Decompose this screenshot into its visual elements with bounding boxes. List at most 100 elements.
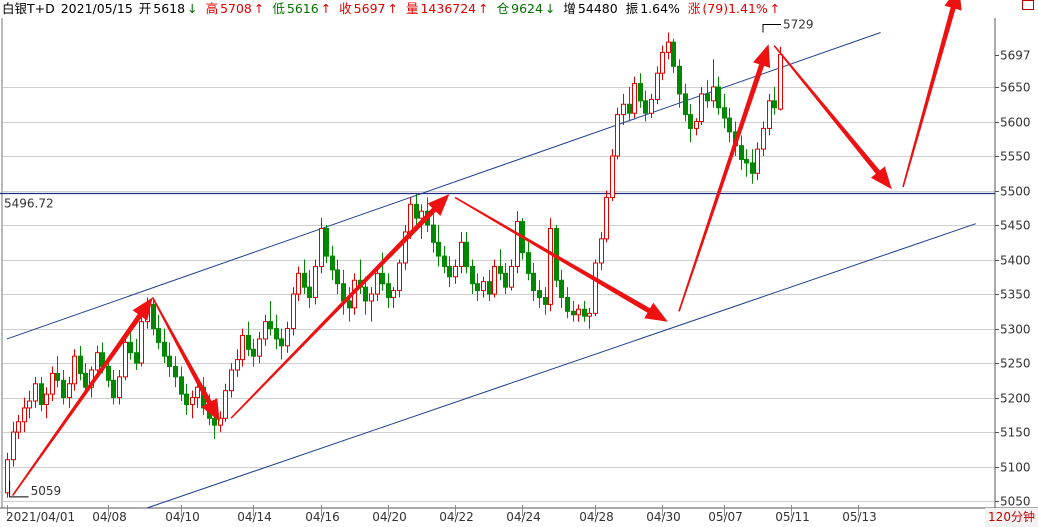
candle-body: [677, 65, 682, 95]
candlestick-chart[interactable]: 5496.72 5729 5059 5050 5100 5150 5200 5250 530…: [0, 0, 1038, 527]
candle-body: [660, 52, 665, 74]
candle-body: [391, 290, 396, 299]
y-tick-label: 5400: [1000, 254, 1031, 268]
y-tick-label: 5500: [1000, 185, 1031, 199]
candle-body: [537, 290, 542, 299]
candle-body: [621, 103, 626, 116]
x-tick-label: 05/07: [708, 510, 743, 524]
candle-body: [699, 93, 704, 123]
candle-body: [95, 352, 100, 371]
candle-body: [251, 348, 256, 357]
candle-body: [229, 369, 234, 392]
wave-arrow: [678, 44, 771, 312]
candle-body: [531, 272, 536, 292]
candle-body: [487, 281, 492, 295]
candle-body: [386, 283, 391, 299]
timeframe-selector[interactable]: 120分钟: [985, 508, 1038, 527]
x-tick-label: 04/22: [439, 510, 474, 524]
candle-body: [375, 272, 380, 295]
candle-body: [442, 255, 447, 267]
candle-body: [134, 352, 139, 364]
candle-body: [324, 227, 329, 257]
candle-body: [223, 390, 228, 419]
candle-body: [464, 241, 469, 267]
candle-body: [610, 155, 615, 198]
candle-body: [447, 265, 452, 278]
candle-body: [582, 308, 587, 317]
candle-body: [643, 100, 648, 114]
candle-body: [296, 272, 301, 295]
candle-body: [627, 103, 632, 114]
candle-body: [694, 121, 699, 129]
candle-body: [369, 293, 374, 302]
candle-body: [671, 41, 676, 67]
candle-body: [397, 262, 402, 292]
candle-body: [727, 117, 732, 133]
candle-body: [380, 272, 385, 285]
candle-body: [139, 321, 144, 364]
candle-body: [335, 269, 340, 285]
candle-body: [117, 376, 122, 399]
x-tick-label: 04/30: [646, 510, 681, 524]
peak-label: 5729: [783, 17, 814, 31]
x-tick-label: 04/16: [305, 510, 340, 524]
channel-lower-line: [146, 223, 976, 509]
candle-body: [772, 100, 777, 109]
candle-body: [50, 372, 55, 395]
candle-body: [565, 297, 570, 312]
y-tick-label: 5250: [1000, 357, 1031, 371]
candle-body: [459, 241, 464, 267]
candle-body: [156, 328, 161, 343]
y-tick-label: 5150: [1000, 426, 1031, 440]
candle-body: [268, 321, 273, 330]
candle-body: [436, 241, 441, 257]
candle-body: [722, 107, 727, 119]
candle-body: [526, 252, 531, 274]
candle-body: [55, 372, 60, 381]
candle-body: [319, 227, 324, 267]
candle-body: [33, 383, 38, 402]
x-tick-label: 04/08: [92, 510, 127, 524]
candle-body: [83, 372, 88, 388]
candle-body: [123, 341, 128, 378]
candle-body: [27, 400, 32, 409]
candle-body: [716, 86, 721, 109]
candle-body: [246, 334, 251, 350]
candle-body: [184, 393, 189, 405]
candle-body: [419, 210, 424, 219]
candle-body: [307, 286, 312, 299]
candle-body: [755, 148, 760, 174]
reference-line: 5496.72: [0, 192, 995, 211]
candle-body: [279, 338, 284, 347]
candle-body: [106, 366, 111, 381]
candle-body: [543, 297, 548, 305]
x-tick-label: 04/28: [579, 510, 614, 524]
candle-body: [761, 127, 766, 150]
candle-body: [22, 407, 27, 423]
x-tick-label: 04/24: [506, 510, 541, 524]
candle-body: [173, 366, 178, 378]
trend-channel: [6, 32, 976, 509]
x-tick-label: 05/11: [775, 510, 810, 524]
candle-body: [475, 283, 480, 292]
y-tick-label: 5450: [1000, 219, 1031, 233]
y-tick-label: 5550: [1000, 150, 1031, 164]
last-price-label: 5697: [1000, 49, 1031, 63]
candle-body: [313, 265, 318, 299]
candle-body: [212, 417, 217, 426]
candle-body: [604, 196, 609, 240]
y-tick-label: 5600: [1000, 116, 1031, 130]
candle-body: [111, 379, 116, 399]
candle-body: [649, 98, 654, 114]
candle-body: [683, 93, 688, 116]
candle-body: [615, 114, 620, 157]
candle-body: [515, 221, 520, 267]
candle-body: [711, 86, 716, 102]
y-tick-label: 5100: [1000, 461, 1031, 475]
candle-body: [167, 355, 172, 368]
x-tick-label: 04/20: [372, 510, 407, 524]
candle-body: [548, 227, 553, 305]
candle-body: [593, 262, 598, 314]
wave-arrow: [902, 0, 962, 188]
price-annotations: 5729 5059: [9, 17, 814, 498]
